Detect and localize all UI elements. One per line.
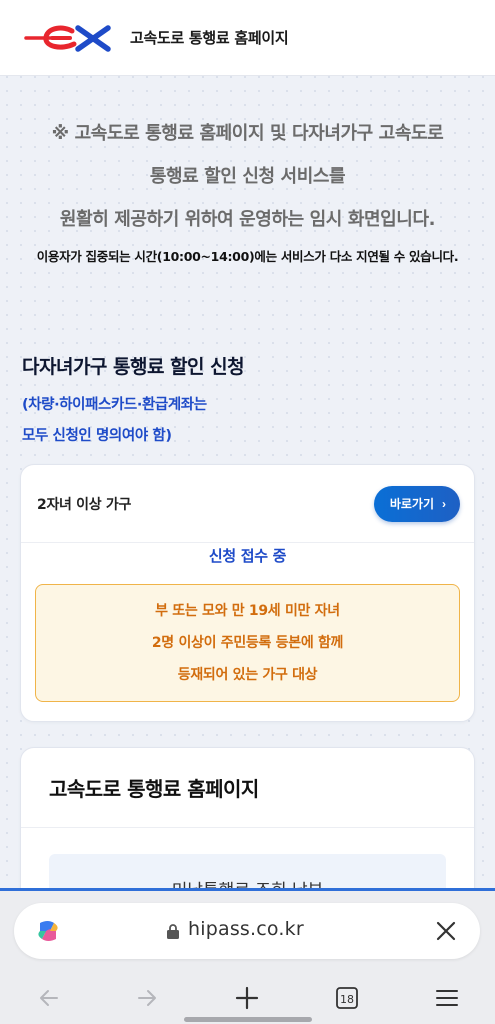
card2-title: 고속도로 통행료 홈페이지 [21, 748, 474, 828]
plus-icon [235, 986, 259, 1010]
section-note-line-1: (차량·하이패스카드·환급계좌는 [22, 397, 207, 413]
go-button-label: 바로가기 [389, 497, 434, 511]
url-text[interactable]: hipass.co.kr [188, 918, 304, 940]
eligibility-line-2: 2명 이상이 주민등록 등본에 함께 [151, 635, 344, 651]
notice-sub: 이용자가 집중되는 시간(10:00~14:00)에는 서비스가 다소 지연될 … [36, 249, 459, 264]
notice-line-2: 통행료 할인 신청 서비스를 [149, 166, 346, 187]
section-note: (차량·하이패스카드·환급계좌는 모두 신청인 명의여야 함) [22, 390, 207, 452]
tabs-icon: 18 [336, 987, 358, 1009]
section-title: 다자녀가구 통행료 할인 신청 [22, 356, 245, 378]
menu-icon [436, 990, 458, 1006]
chevron-right-icon: › [442, 496, 446, 511]
browser-toolbar: hipass.co.kr 18 [0, 888, 495, 1024]
close-icon[interactable] [434, 919, 458, 943]
tabs-button[interactable]: 18 [332, 983, 362, 1013]
back-button[interactable] [34, 983, 64, 1013]
notice-line-1: ※ 고속도로 통행료 홈페이지 및 다자녀가구 고속도로 [51, 123, 444, 144]
address-bar[interactable]: hipass.co.kr [14, 903, 480, 959]
two-children-card: 2자녀 이상 가구 바로가기 › 신청 접수 중 부 또는 모와 만 19세 미… [20, 464, 475, 722]
menu-button[interactable] [432, 983, 462, 1013]
section-note-line-2: 모두 신청인 명의여야 함) [22, 428, 172, 444]
eligibility-line-3: 등재되어 있는 가구 대상 [177, 667, 318, 683]
card-title: 2자녀 이상 가구 [37, 496, 132, 513]
eligibility-box: 부 또는 모와 만 19세 미만 자녀 2명 이상이 주민등록 등본에 함께 등… [35, 584, 460, 702]
lock-icon [167, 924, 179, 939]
copilot-icon[interactable] [34, 917, 62, 945]
status-text: 신청 접수 중 [208, 547, 287, 565]
new-tab-button[interactable] [232, 983, 262, 1013]
forward-arrow-icon [138, 990, 156, 1006]
notice-line-3: 원활히 제공하기 위하여 운영하는 임시 화면입니다. [59, 209, 436, 230]
notice: ※ 고속도로 통행료 홈페이지 및 다자녀가구 고속도로 통행료 할인 신청 서… [0, 112, 495, 273]
back-arrow-icon [40, 990, 58, 1006]
eligibility-line-1: 부 또는 모와 만 19세 미만 자녀 [155, 603, 340, 619]
home-indicator[interactable] [184, 1017, 312, 1022]
go-button[interactable]: 바로가기 › [373, 485, 460, 522]
tab-count: 18 [340, 993, 354, 1006]
ex-logo[interactable] [24, 23, 116, 53]
card-header: 2자녀 이상 가구 바로가기 › [21, 465, 474, 543]
browser-nav-row: 18 [0, 983, 495, 1013]
forward-button[interactable] [132, 983, 162, 1013]
site-header: 고속도로 통행료 홈페이지 [0, 0, 495, 76]
header-title: 고속도로 통행료 홈페이지 [130, 29, 289, 47]
